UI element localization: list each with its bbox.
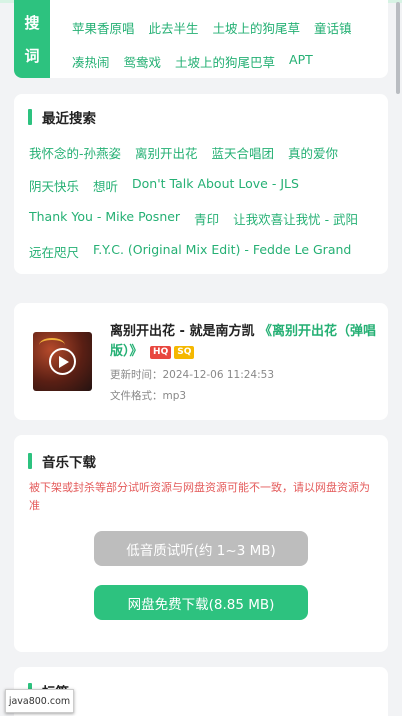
play-icon[interactable] bbox=[49, 348, 76, 375]
update-time: 更新时间：2024-12-06 11:24:53 bbox=[110, 369, 275, 381]
hot-word-link[interactable]: APT bbox=[289, 52, 313, 71]
recent-search-link[interactable]: 想听 bbox=[93, 176, 118, 195]
netdisk-download-button[interactable]: 网盘免费下载(8.85 MB) bbox=[94, 585, 308, 620]
recent-search-link[interactable]: 我怀念的-孙燕姿 bbox=[29, 143, 121, 162]
recent-search-link[interactable]: 蓝天合唱团 bbox=[212, 143, 275, 162]
scrollbar[interactable] bbox=[396, 2, 400, 94]
sq-badge: SQ bbox=[174, 346, 195, 359]
music-download-header: 音乐下载 bbox=[28, 451, 96, 471]
recent-search-link[interactable]: F.Y.C. (Original Mix Edit) - Fedde Le Gr… bbox=[93, 242, 351, 261]
hot-words-card: 搜 词 苹果香原唱 此去半生 土坡上的狗尾草 童话镇 凑热闹 鸳鸯戏 土坡上的狗… bbox=[14, 0, 388, 78]
hot-word-link[interactable]: 童话镇 bbox=[314, 18, 352, 37]
hot-word-link[interactable]: 苹果香原唱 bbox=[72, 18, 135, 37]
recent-row-3: Thank You - Mike Posner 青印 让我欢喜让我忧 - 武阳 bbox=[29, 209, 358, 228]
recent-search-title: 最近搜索 bbox=[42, 111, 96, 127]
hot-word-link[interactable]: 凑热闹 bbox=[72, 52, 110, 71]
file-format: 文件格式：mp3 bbox=[110, 390, 187, 402]
music-download-title: 音乐下载 bbox=[42, 455, 96, 471]
hot-words-tag: 搜 词 bbox=[14, 0, 50, 78]
hot-word-link[interactable]: 土坡上的狗尾巴草 bbox=[175, 52, 275, 71]
play-triangle-icon bbox=[59, 355, 69, 368]
download-warning: 被下架或封杀等部分试听资源与网盘资源可能不一致，请以网盘资源为准 bbox=[29, 481, 370, 512]
recent-search-card: 最近搜索 我怀念的-孙燕姿 离别开出花 蓝天合唱团 真的爱你 阴天快乐 想听 D… bbox=[14, 94, 388, 274]
recent-row-4: 远在咫尺 F.Y.C. (Original Mix Edit) - Fedde … bbox=[29, 242, 351, 261]
low-quality-preview-button[interactable]: 低音质试听(约 1~3 MB) bbox=[94, 531, 308, 566]
hot-word-link[interactable]: 土坡上的狗尾草 bbox=[213, 18, 301, 37]
song-name: 离别开出花 - 就是南方凯 bbox=[110, 324, 255, 339]
recent-search-link[interactable]: Don't Talk About Love - JLS bbox=[132, 176, 299, 195]
site-watermark: java800.com bbox=[5, 689, 74, 713]
section-accent-bar bbox=[28, 453, 32, 469]
hot-word-link[interactable]: 此去半生 bbox=[149, 18, 199, 37]
hot-words-row-2: 凑热闹 鸳鸯戏 土坡上的狗尾巴草 APT bbox=[72, 52, 313, 71]
recent-row-2: 阴天快乐 想听 Don't Talk About Love - JLS bbox=[29, 176, 299, 195]
album-cover[interactable] bbox=[33, 332, 92, 391]
recent-search-link[interactable]: 阴天快乐 bbox=[29, 176, 79, 195]
recent-search-link[interactable]: 青印 bbox=[194, 209, 219, 228]
hot-words-row-1: 苹果香原唱 此去半生 土坡上的狗尾草 童话镇 bbox=[72, 18, 352, 37]
recent-search-link[interactable]: 离别开出花 bbox=[135, 143, 198, 162]
hq-badge: HQ bbox=[150, 346, 172, 359]
recent-search-link[interactable]: 真的爱你 bbox=[288, 143, 338, 162]
recent-row-1: 我怀念的-孙燕姿 离别开出花 蓝天合唱团 真的爱你 bbox=[29, 143, 338, 162]
song-info-card: 离别开出花 - 就是南方凯 《离别开出花（弹唱版）》 HQ SQ 更新时间：202… bbox=[14, 303, 388, 420]
recent-search-link[interactable]: 远在咫尺 bbox=[29, 242, 79, 261]
hot-word-link[interactable]: 鸳鸯戏 bbox=[124, 52, 162, 71]
recent-search-link[interactable]: Thank You - Mike Posner bbox=[29, 209, 180, 228]
recent-search-header: 最近搜索 bbox=[28, 107, 96, 127]
section-accent-bar bbox=[28, 109, 32, 125]
song-title: 离别开出花 - 就是南方凯 《离别开出花（弹唱版）》 HQ SQ bbox=[110, 322, 378, 362]
recent-search-link[interactable]: 让我欢喜让我忧 - 武阳 bbox=[233, 209, 358, 228]
music-download-card: 音乐下载 被下架或封杀等部分试听资源与网盘资源可能不一致，请以网盘资源为准 低音… bbox=[14, 435, 388, 652]
